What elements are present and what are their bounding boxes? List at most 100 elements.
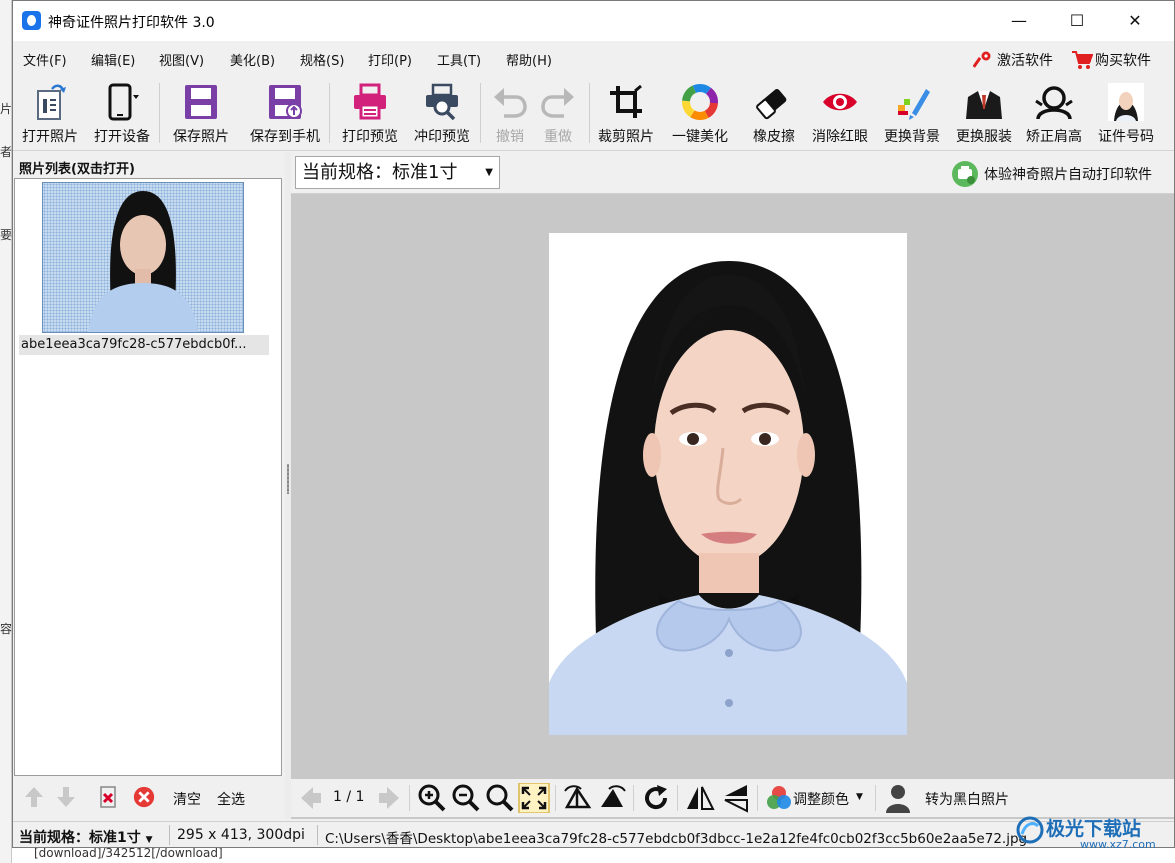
file-path: C:\Users\香香\Desktop\abe1eea3ca79fc28-c57… [325,831,1028,847]
menu-print[interactable]: 打印(P) [368,50,412,69]
background-char: 要 [0,228,13,242]
delete-file-icon[interactable] [95,785,121,809]
buy-link[interactable]: 购买软件 [1071,48,1166,70]
to-black-white-button[interactable]: 转为黑白照片 [925,789,1009,809]
chevron-down-icon: ▼ [856,792,863,802]
zoom-out-icon[interactable] [451,783,481,813]
maximize-button[interactable]: ☐ [1048,1,1106,41]
print-preview-button[interactable]: 打印预览 [333,79,407,147]
fit-window-icon[interactable] [518,783,550,813]
status-divider [169,825,170,845]
background-bottom: [download]/342512[/download] [12,846,1175,863]
status-divider [317,825,318,845]
zoom-actual-icon[interactable] [485,783,515,813]
menu-file[interactable]: 文件(F) [23,50,67,69]
brush-icon [898,89,930,120]
remove-icon[interactable] [131,785,157,809]
change-clothes-button[interactable]: 更换服装 [947,79,1021,147]
refresh-icon[interactable] [641,783,671,813]
menu-beautify[interactable]: 美化(B) [230,50,275,69]
cart-icon [1072,51,1093,69]
previous-arrow-icon[interactable] [299,783,323,813]
menu-spec[interactable]: 规格(S) [300,50,344,69]
preview-area: 当前规格：标准1寸 ▼ 体验神奇照片自动打印软件 1 / 1 调整颜色 ▼ 转为… [291,152,1174,819]
beautify-label: 一键美化 [672,129,728,145]
beautify-button[interactable]: 一键美化 [663,79,737,147]
spec-dropdown[interactable]: 当前规格：标准1寸 ▼ [295,156,500,189]
save-to-phone-button[interactable]: 保存到手机 [245,79,325,147]
chevron-down-icon: ▼ [145,835,153,845]
thumbnail-portrait-image [88,191,198,332]
view-toolbar-divider [677,785,678,811]
watermark-text: 极光下载站 [1046,818,1142,840]
menu-edit[interactable]: 编辑(E) [91,50,135,69]
save-to-phone-icon [269,85,302,119]
develop-preview-icon [426,83,458,121]
flip-horizontal-icon[interactable] [685,783,715,813]
person-silhouette-icon[interactable] [883,783,913,813]
menu-view[interactable]: 视图(V) [159,50,204,69]
eye-icon [823,93,857,111]
rotate-left-icon[interactable] [563,783,593,813]
auto-print-icon [952,161,978,187]
phone-icon [108,83,139,121]
try-auto-print-link[interactable]: 体验神奇照片自动打印软件 [951,160,1166,187]
redeye-button[interactable]: 消除红眼 [803,79,877,147]
status-bar: 当前规格：标准1寸 ▼ 295 x 413, 300dpi C:\Users\香… [13,821,1174,847]
menu-bar: 文件(F) 编辑(E) 视图(V) 美化(B) 规格(S) 打印(P) 工具(T… [13,41,1174,75]
printer-icon [354,83,386,120]
redo-button[interactable]: 重做 [531,79,585,147]
id-number-button[interactable]: 证件号码 [1089,79,1163,147]
view-toolbar-divider [875,785,876,811]
key-icon [973,51,991,68]
title-bar: 神奇证件照片打印软件 3.0 — ☐ ✕ [13,1,1174,41]
adjust-color-button[interactable]: 调整颜色 [793,789,849,809]
app-logo-icon [22,11,41,30]
develop-preview-button[interactable]: 冲印预览 [405,79,479,147]
image-size-dpi: 295 x 413, 300dpi [177,827,305,843]
crop-button[interactable]: 裁剪照片 [589,79,663,147]
page-indicator: 1 / 1 [333,789,365,805]
status-spec-dropdown[interactable]: 当前规格：标准1寸 ▼ [19,827,153,847]
minimize-button[interactable]: — [990,1,1048,41]
color-wheel-icon [682,84,718,120]
spec-dropdown-label: 当前规格：标准1寸 [302,162,458,183]
suit-icon [966,91,1002,119]
preview-header: 当前规格：标准1寸 ▼ 体验神奇照片自动打印软件 [291,152,1174,194]
activate-link[interactable]: 激活软件 [973,48,1063,70]
activate-label: 激活软件 [997,53,1053,69]
view-toolbar-divider [633,785,634,811]
menu-help[interactable]: 帮助(H) [506,50,552,69]
next-arrow-icon[interactable] [377,783,401,813]
menu-tools[interactable]: 工具(T) [437,50,481,69]
open-photo-button[interactable]: 打开照片 [13,79,87,147]
open-device-button[interactable]: 打开设备 [85,79,159,147]
move-up-icon[interactable] [23,785,45,809]
photo-thumbnail[interactable] [42,182,244,333]
close-button[interactable]: ✕ [1106,1,1164,41]
save-icon [185,85,217,119]
undo-icon [494,88,527,118]
select-all-button[interactable]: 全选 [217,789,245,809]
change-background-button[interactable]: 更换背景 [875,79,949,147]
site-watermark: 极光下载站 www.xz7.com [1010,812,1175,852]
flip-vertical-icon[interactable] [721,783,751,813]
save-photo-label: 保存照片 [173,129,229,145]
rotate-right-icon[interactable] [597,783,627,813]
save-photo-button[interactable]: 保存照片 [164,79,238,147]
clear-button[interactable]: 清空 [173,789,201,809]
photo-list-panel: 照片列表(双击打开) abe1eea3ca79fc28-c577ebdcb0f.… [13,152,285,819]
view-toolbar-divider [757,785,758,811]
move-down-icon[interactable] [55,785,77,809]
watermark-logo-icon [1016,816,1044,844]
photo-preview[interactable] [549,233,907,735]
save-to-phone-label: 保存到手机 [250,129,320,145]
zoom-in-icon[interactable] [417,783,447,813]
status-spec-label: 当前规格：标准1寸 [19,830,141,846]
eraser-icon [756,89,787,120]
toolbar: 打开照片 打开设备 保存照片 保存到手机 打印预览 冲印预览 撤销 重做 裁剪照… [13,75,1174,151]
photo-file-name[interactable]: abe1eea3ca79fc28-c577ebdcb0f... [19,335,269,355]
crop-icon [610,84,642,118]
color-circles-icon[interactable] [765,783,793,813]
correct-shoulder-button[interactable]: 矫正肩高 [1017,79,1091,147]
